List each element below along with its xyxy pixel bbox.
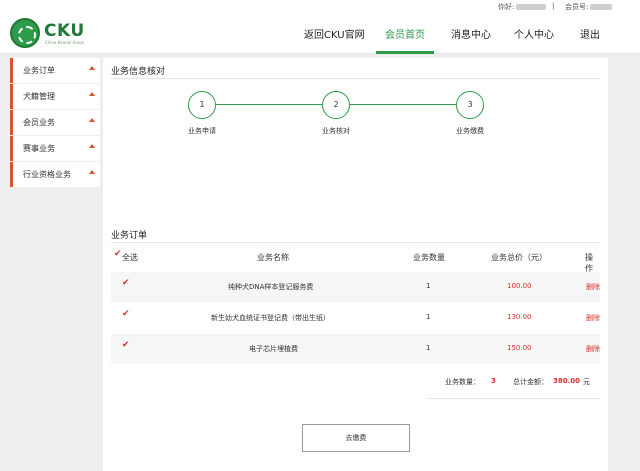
step-2-label: 业务核对 xyxy=(322,127,350,135)
top-bar: 你好: | 会员号: xyxy=(0,0,640,14)
topbar-separator: | xyxy=(552,2,555,10)
sidebar-item-qualifications[interactable]: 行业资格业务 xyxy=(10,162,100,187)
header: CKU China Kennel Union 返回CKU官网 会员首页 消息中心… xyxy=(0,14,640,54)
step-3-label: 业务缴费 xyxy=(456,127,484,135)
sidebar-item-membership[interactable]: 会员业务 xyxy=(10,110,100,135)
step-1-label: 业务申请 xyxy=(188,127,216,135)
row-price: 130.00 xyxy=(507,313,532,321)
table-row: 纯种犬DNA样本登记服务费 1 100.00 删除 xyxy=(111,272,600,302)
row-checkbox[interactable] xyxy=(122,340,131,352)
sidebar-item-label: 行业资格业务 xyxy=(23,170,71,179)
row-name: 新生幼犬血统证书登记费（带出生纸） xyxy=(211,314,330,322)
logo-subtitle: China Kennel Union xyxy=(45,40,85,45)
table-row: 电子芯片埋植费 1 150.00 删除 xyxy=(111,334,600,364)
logo-text: CKU xyxy=(44,21,85,41)
pay-button[interactable]: 去缴费 xyxy=(302,424,410,452)
sidebar-item-label: 会员业务 xyxy=(23,118,55,127)
header-op: 操作 xyxy=(585,253,593,273)
header-name: 业务名称 xyxy=(257,253,289,262)
step-3-circle: 3 xyxy=(456,91,484,119)
nav-member-home[interactable]: 会员首页 xyxy=(385,26,425,41)
cku-emblem-icon xyxy=(10,18,40,48)
row-qty: 1 xyxy=(426,344,431,352)
member-number: 会员号: xyxy=(565,2,613,12)
row-qty: 1 xyxy=(426,313,431,321)
summary-unit: 元 xyxy=(583,378,590,386)
sidebar-item-label: 犬籍管理 xyxy=(23,92,55,101)
row-name: 电子芯片埋植费 xyxy=(249,345,298,353)
nav-logout[interactable]: 退出 xyxy=(580,26,600,41)
row-delete-link[interactable]: 删除 xyxy=(586,313,600,323)
row-price: 150.00 xyxy=(507,344,532,352)
step-2-circle: 2 xyxy=(322,91,350,119)
nav-personal-center[interactable]: 个人中心 xyxy=(514,26,554,41)
caret-up-icon xyxy=(89,118,95,122)
cku-logo[interactable]: CKU China Kennel Union xyxy=(10,18,130,52)
sidebar-item-dog-registry[interactable]: 犬籍管理 xyxy=(10,84,100,109)
username-blurred xyxy=(516,4,547,10)
step-1-circle: 1 xyxy=(188,91,216,119)
orders-table-header: 全选 业务名称 业务数量 业务总价（元） 操作 xyxy=(111,246,600,273)
header-total: 业务总价（元） xyxy=(491,253,547,262)
caret-up-icon xyxy=(89,92,95,96)
row-qty: 1 xyxy=(426,282,431,290)
greeting-label: 你好: xyxy=(498,3,515,11)
member-number-blurred xyxy=(590,4,613,10)
caret-up-icon xyxy=(89,170,95,174)
summary-qty-value: 3 xyxy=(491,377,496,385)
nav-active-indicator xyxy=(376,51,434,54)
member-number-label: 会员号: xyxy=(565,3,589,11)
select-all-label: 全选 xyxy=(122,253,138,262)
sidebar-item-label: 赛事业务 xyxy=(23,144,55,153)
row-checkbox[interactable] xyxy=(122,278,131,290)
row-name: 纯种犬DNA样本登记服务费 xyxy=(228,283,314,291)
caret-up-icon xyxy=(89,66,95,70)
sidebar-item-label: 业务订单 xyxy=(23,66,55,75)
nav-cku-site[interactable]: 返回CKU官网 xyxy=(304,26,365,41)
verify-section-title: 业务信息核对 xyxy=(111,67,166,77)
caret-up-icon xyxy=(89,144,95,148)
table-row: 新生幼犬血统证书登记费（带出生纸） 1 130.00 删除 xyxy=(111,303,600,333)
row-price: 100.00 xyxy=(507,282,532,290)
divider xyxy=(111,78,600,79)
row-checkbox[interactable] xyxy=(122,309,131,321)
summary-amount-label: 总计金额： xyxy=(513,378,548,386)
orders-section-title: 业务订单 xyxy=(111,231,148,241)
step-connector xyxy=(350,104,456,105)
summary-amount-value: 380.00 xyxy=(553,377,581,385)
header-qty: 业务数量 xyxy=(413,253,445,262)
divider xyxy=(111,242,600,243)
order-summary: 业务数量： 3 总计金额： 380.00 元 xyxy=(427,365,600,399)
main-panel: 业务信息核对 1 2 3 业务申请 业务核对 业务缴费 业务订单 全选 业务名称… xyxy=(103,58,608,471)
sidebar-item-orders[interactable]: 业务订单 xyxy=(10,58,100,83)
row-delete-link[interactable]: 删除 xyxy=(586,344,600,354)
sidebar: 业务订单 犬籍管理 会员业务 赛事业务 行业资格业务 xyxy=(10,58,100,188)
summary-qty-label: 业务数量： xyxy=(445,378,480,386)
nav-messages[interactable]: 消息中心 xyxy=(451,26,491,41)
sidebar-item-events[interactable]: 赛事业务 xyxy=(10,136,100,161)
row-delete-link[interactable]: 删除 xyxy=(586,282,600,292)
step-connector xyxy=(216,104,322,105)
greeting: 你好: xyxy=(498,2,547,12)
